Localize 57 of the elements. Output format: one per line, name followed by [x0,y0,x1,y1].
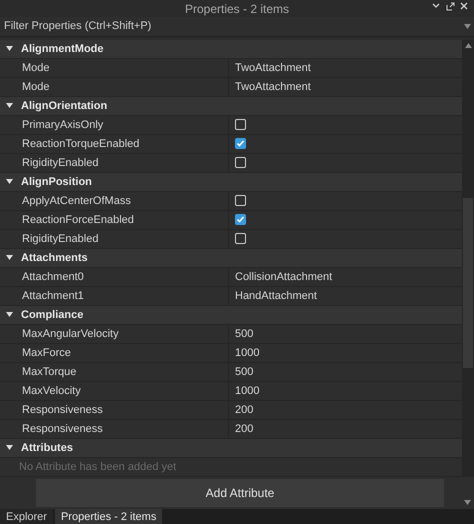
checkbox[interactable] [235,195,246,206]
collapse-triangle-icon[interactable] [6,102,13,110]
scrollbar[interactable] [462,40,474,477]
property-name: ReactionForceEnabled [0,210,229,229]
section-header[interactable]: Attributes [0,438,462,458]
property-name: RigidityEnabled [0,230,229,248]
section-header[interactable]: Compliance [0,306,462,325]
property-value[interactable]: 1000 [229,344,260,361]
property-name: Mode [0,58,229,77]
collapse-triangle-icon[interactable] [6,444,13,452]
scroll-down-icon[interactable] [464,500,471,505]
property-value[interactable]: 1000 [229,382,260,399]
property-name: PrimaryAxisOnly [0,116,229,134]
undock-icon[interactable] [446,2,454,11]
property-name: Attachment0 [0,268,229,286]
filter-field[interactable]: Filter Properties (Ctrl+Shift+P) [0,18,464,35]
window-title: Properties - 2 items [184,0,290,18]
property-value[interactable]: 500 [229,364,254,380]
property-value[interactable]: TwoAttachment [229,78,311,95]
panel-tab[interactable]: Properties - 2 items [54,508,162,524]
checkbox[interactable] [235,233,246,244]
section-header[interactable]: AlignOrientation [0,96,462,116]
empty-message: No Attribute has been added yet [18,460,176,474]
scroll-up-icon[interactable] [464,42,472,48]
property-name: Attachment1 [0,286,229,305]
property-value[interactable]: 200 [229,420,254,437]
property-name: MaxVelocity [0,382,229,400]
property-name: Responsiveness [0,400,229,419]
close-icon[interactable] [460,2,468,10]
collapse-triangle-icon[interactable] [6,45,13,52]
checkbox[interactable] [235,214,246,226]
section-header[interactable]: AlignmentMode [0,40,462,59]
collapse-triangle-icon[interactable] [6,178,13,186]
collapse-triangle-icon[interactable] [6,311,13,318]
property-value[interactable]: 200 [229,402,254,418]
checkbox[interactable] [235,138,246,150]
property-name: RigidityEnabled [0,154,229,172]
checkbox[interactable] [235,119,246,130]
property-value[interactable]: HandAttachment [229,288,317,304]
add-attribute-button[interactable]: Add Attribute [36,478,444,507]
property-value[interactable]: CollisionAttachment [229,268,332,285]
property-value[interactable]: TwoAttachment [229,60,311,76]
checkbox[interactable] [235,157,246,168]
property-name: MaxAngularVelocity [0,324,229,343]
collapse-triangle-icon[interactable] [6,254,13,262]
section-header[interactable]: Attachments [0,248,462,268]
property-name: MaxForce [0,344,229,362]
property-name: ApplyAtCenterOfMass [0,192,229,210]
section-header[interactable]: AlignPosition [0,172,462,192]
property-value[interactable]: 500 [229,326,254,342]
property-name: ReactionTorqueEnabled [0,134,229,153]
chevron-down-icon[interactable] [432,2,440,10]
dropdown-icon[interactable] [464,24,472,29]
property-name: Responsiveness [0,420,229,438]
property-name: MaxTorque [0,362,229,381]
property-name: Mode [0,78,229,96]
panel-tab[interactable]: Explorer [0,508,53,524]
